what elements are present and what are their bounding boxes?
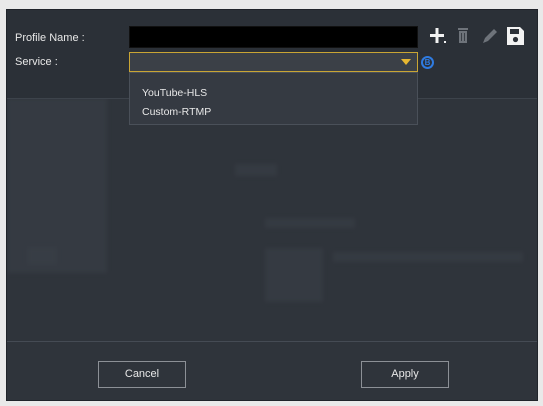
- info-icon[interactable]: B: [421, 56, 434, 69]
- trash-icon[interactable]: [452, 24, 474, 48]
- plus-icon[interactable]: [426, 24, 448, 48]
- option-youtube-hls[interactable]: YouTube-HLS: [142, 87, 207, 99]
- profile-toolbar: [426, 24, 530, 48]
- cancel-button[interactable]: Cancel: [98, 361, 186, 388]
- background-block: [265, 218, 355, 228]
- footer-divider: [7, 341, 537, 342]
- background-block: [235, 164, 277, 176]
- service-dropdown-menu: YouTube-HLS Custom-RTMP: [129, 72, 418, 125]
- profile-name-input[interactable]: [129, 26, 418, 48]
- option-custom-rtmp[interactable]: Custom-RTMP: [142, 106, 211, 118]
- streaming-profile-dialog: Profile Name : Service : B YouTube-HLS C…: [7, 10, 537, 400]
- background-block: [333, 252, 523, 262]
- profile-name-label: Profile Name :: [15, 32, 85, 44]
- background-block: [27, 247, 57, 265]
- apply-button[interactable]: Apply: [361, 361, 449, 388]
- service-select[interactable]: [129, 52, 418, 72]
- save-icon[interactable]: [504, 24, 526, 48]
- background-panel: [7, 98, 107, 273]
- dropdown-arrow-icon[interactable]: [401, 59, 411, 65]
- pencil-icon[interactable]: [478, 24, 500, 48]
- background-block: [265, 248, 323, 302]
- service-label: Service :: [15, 56, 58, 68]
